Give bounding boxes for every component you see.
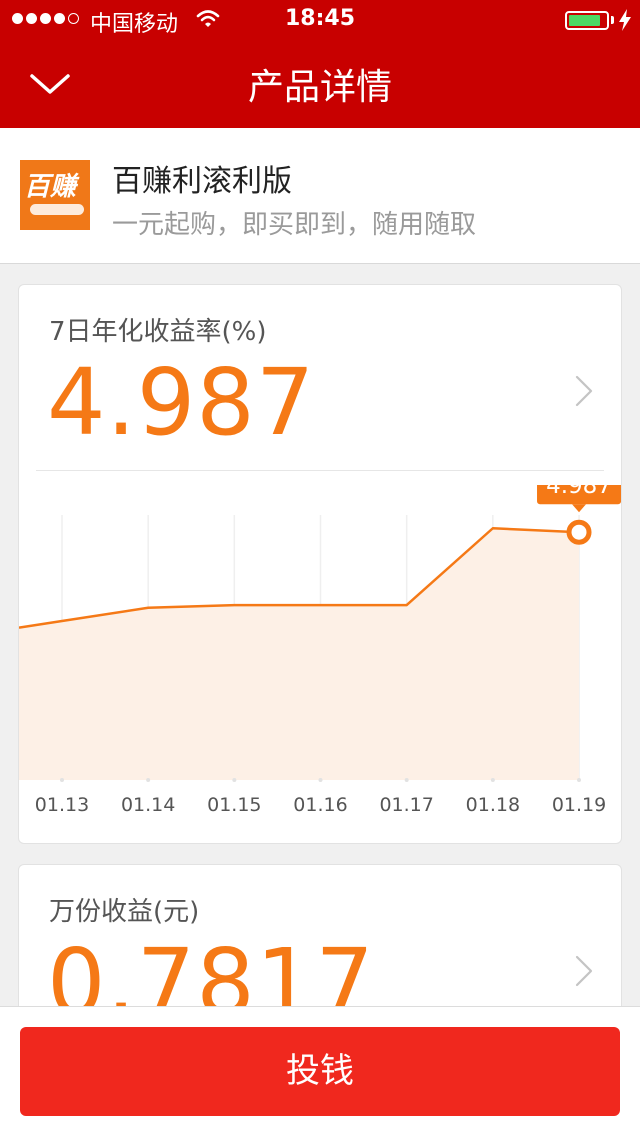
invest-button[interactable]: 投钱 <box>20 1027 620 1116</box>
product-header: 百赚 百赚利滚利版 一元起购，即买即到，随用随取 <box>0 128 640 264</box>
x-tick-mark <box>60 778 64 782</box>
x-tick-mark <box>232 778 237 782</box>
logo-text: 百赚 <box>24 172 77 202</box>
battery-level <box>569 15 600 26</box>
x-tick-label: 01.16 <box>293 794 347 816</box>
value-callout-pointer <box>572 504 587 513</box>
charging-bolt-icon <box>619 9 631 31</box>
logo-banner <box>30 204 84 215</box>
x-tick-mark <box>577 778 582 782</box>
status-bar: 中国移动 18:45 <box>0 0 640 40</box>
divider <box>36 470 604 471</box>
x-tick-label: 01.14 <box>121 794 175 816</box>
x-tick-label: 01.19 <box>552 794 606 816</box>
battery-icon <box>565 11 609 30</box>
bottom-bar: 投钱 <box>0 1006 640 1136</box>
product-tagline: 一元起购，即买即到，随用随取 <box>112 210 477 240</box>
chart-area-fill <box>19 528 580 780</box>
page-title: 产品详情 <box>247 67 392 108</box>
product-name: 百赚利滚利版 <box>112 164 292 199</box>
highlight-marker <box>566 519 592 545</box>
x-tick-label: 01.15 <box>207 794 261 816</box>
x-tick-mark <box>404 778 409 782</box>
x-tick-label: 01.17 <box>379 794 433 816</box>
x-tick-mark <box>318 778 323 782</box>
status-time: 18:45 <box>284 6 356 31</box>
earnings-label: 万份收益(元) <box>49 897 200 927</box>
x-tick-label: 01.13 <box>35 794 89 816</box>
yield-card[interactable]: 7日年化收益率(%) 4.987 01.13 01.14 01.15 01.16 01.… <box>18 284 622 844</box>
battery-tip <box>611 16 614 24</box>
x-tick-mark <box>490 778 495 782</box>
chevron-right-icon[interactable] <box>573 373 597 409</box>
x-tick-mark <box>146 778 151 782</box>
yield-chart: 01.13 01.14 01.15 01.16 01.17 01.18 01.19 4.987 <box>19 485 621 816</box>
x-tick-label: 01.18 <box>466 794 520 816</box>
nav-bar: 产品详情 <box>0 40 640 128</box>
value-callout-label: 4.987 <box>546 485 612 499</box>
product-logo: 百赚 <box>20 160 90 230</box>
yield-label: 7日年化收益率(%) <box>49 317 267 347</box>
yield-value: 4.987 <box>47 349 316 456</box>
chevron-right-icon[interactable] <box>573 953 597 989</box>
